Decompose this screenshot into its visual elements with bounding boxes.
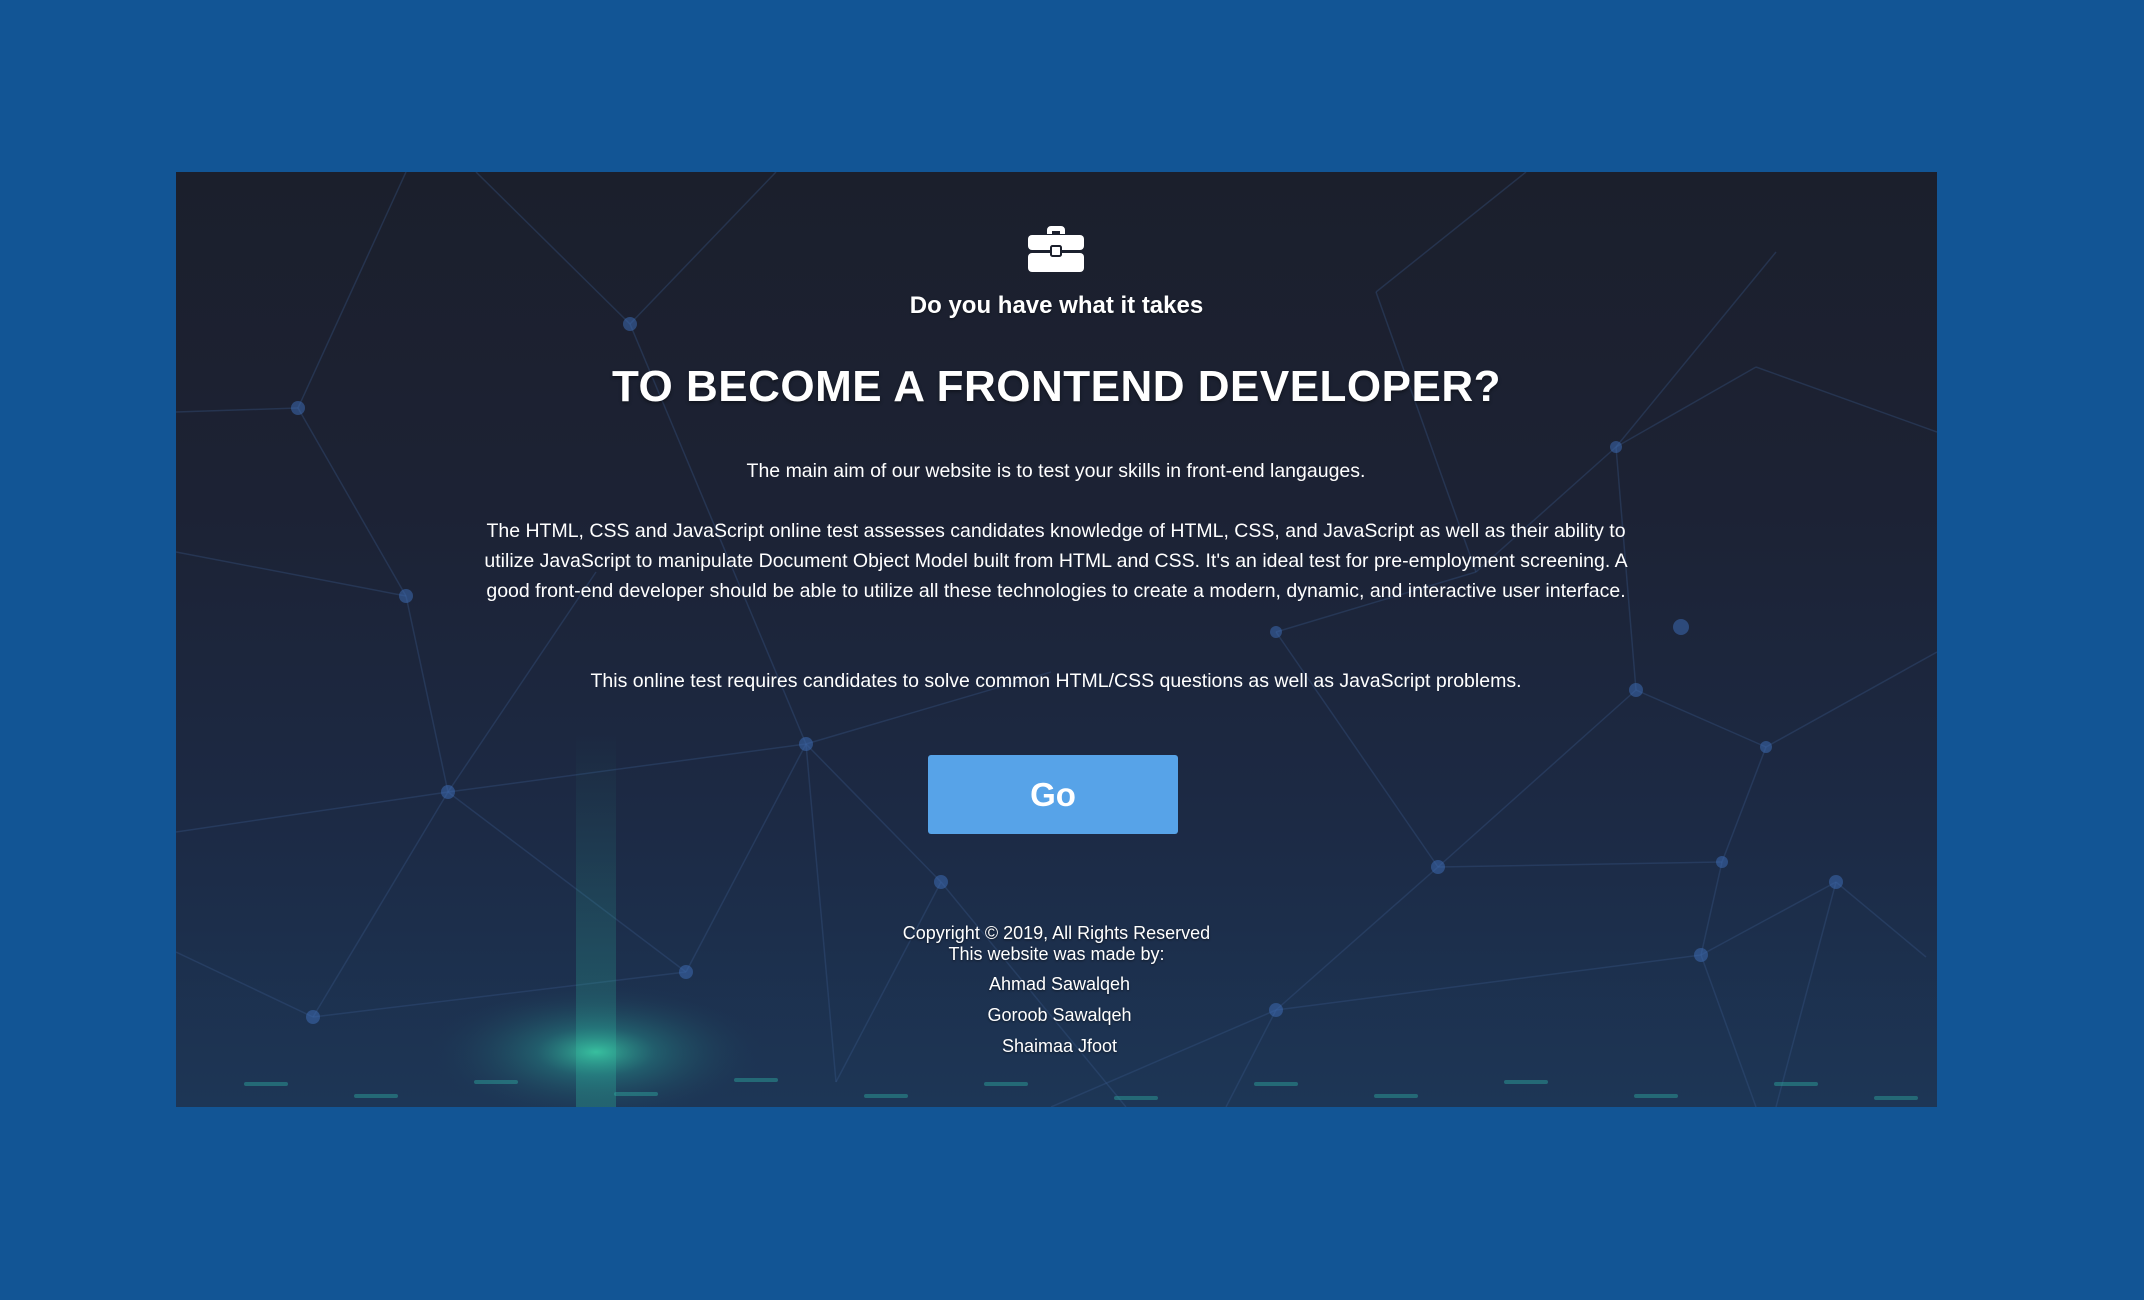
made-by-text: This website was made by: <box>948 944 1165 964</box>
author-name: Goroob Sawalqeh <box>987 1005 1132 1025</box>
author-name: Ahmad Sawalqeh <box>988 974 1131 994</box>
copyright-text: Copyright © 2019, All Rights Reserved <box>902 923 1211 943</box>
requirements-paragraph: This online test requires candidates to … <box>590 670 1522 692</box>
intro-paragraph: The main aim of our website is to test y… <box>746 460 1366 482</box>
footer-text: Copyright © 2019, All Rights Reserved Th… <box>176 923 1937 965</box>
author-name: Shaimaa Jfoot <box>1001 1036 1118 1056</box>
authors-list: Ahmad Sawalqeh Goroob Sawalqeh Shaimaa J… <box>176 969 1937 1062</box>
description-paragraph: The HTML, CSS and JavaScript online test… <box>484 520 1628 602</box>
briefcase-icon <box>1028 226 1084 272</box>
go-button[interactable]: Go <box>928 755 1178 834</box>
hero-subtitle: Do you have what it takes <box>909 292 1204 319</box>
hero-panel: Do you have what it takes TO BECOME A FR… <box>176 172 1937 1107</box>
page-title: TO BECOME A FRONTEND DEVELOPER? <box>611 362 1502 411</box>
